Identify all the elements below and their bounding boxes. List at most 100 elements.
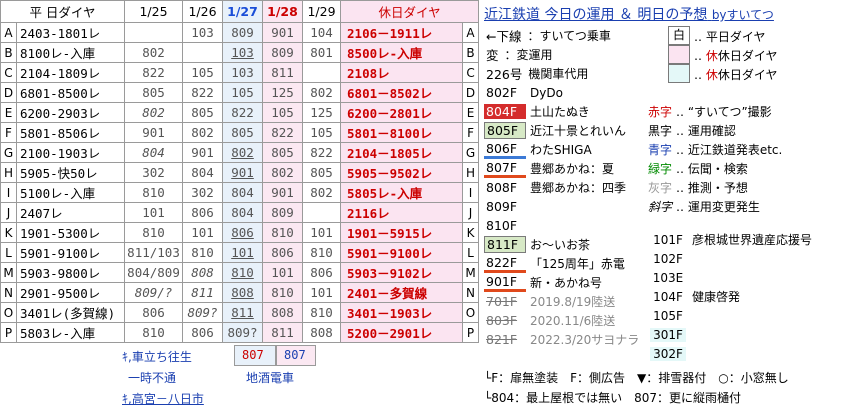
small-car-number: 102F <box>650 251 686 266</box>
car-row: 804F 土山たぬき <box>484 102 590 121</box>
note-stranded: ｷ,車立ち往生 <box>122 350 192 364</box>
small-car-row: 105F <box>650 306 692 325</box>
day-cell: 103 <box>222 62 264 83</box>
table-row: J 2407レ 101 806 804 809 2116レ J <box>0 202 480 223</box>
day-cell: 804 <box>182 162 224 183</box>
day-cell: 804 <box>222 202 264 223</box>
day-cell: 901 <box>262 22 304 43</box>
day-cell: 811 <box>222 302 264 323</box>
holiday-run: 2104－1805レ <box>340 142 464 163</box>
note-takamiya: ｷ,高宮－八日市 <box>122 392 204 406</box>
holiday-run: 5801－8100レ <box>340 122 464 143</box>
row-letter-right: A <box>462 22 480 43</box>
holiday-run: 5805レ-入庫 <box>340 182 464 203</box>
day-cell: 105 <box>182 62 224 83</box>
row-letter-right: F <box>462 122 480 143</box>
color-key-meaning: ‥ 運用確認 <box>676 124 736 138</box>
row-letter-right: L <box>462 242 480 263</box>
row-letter-right: B <box>462 42 480 63</box>
color-key-name: 黒字 <box>648 124 673 138</box>
car-label: 豊郷あかね：四季 <box>530 181 627 195</box>
color-key-row: 斜字 ‥ 運用変更発生 <box>648 197 760 216</box>
day-cell: 901 <box>262 182 304 203</box>
car-label: 近江十景とれいん <box>530 124 627 138</box>
car-number: 変 <box>486 48 499 63</box>
car-number: 811F <box>484 236 526 253</box>
color-key-name: 赤字 <box>648 105 673 119</box>
row-letter-right: C <box>462 62 480 83</box>
table-row: G 2100-1903レ 804 901 802 805 822 2104－1805レ G <box>0 142 480 163</box>
day-cell: 802 <box>182 122 224 143</box>
row-letter: B <box>0 42 17 63</box>
row-letter: H <box>0 162 17 183</box>
date-col-today: 1/27 <box>222 0 264 23</box>
car-row: 807F 豊郷あかね：夏 <box>484 159 614 178</box>
day-cell: 101 <box>182 222 224 243</box>
day-cell: 805 <box>182 102 224 123</box>
car-row: 810F <box>484 216 530 235</box>
page-title: 近江鉄道 今日の運用 ＆ 明日の予想 byすいてつ <box>484 7 774 23</box>
table-row: I 5100レ-入庫 810 302 804 901 802 5805レ-入庫 I <box>0 182 480 203</box>
row-letter: J <box>0 202 17 223</box>
row-letter: C <box>0 62 17 83</box>
row-letter: A <box>0 22 17 43</box>
day-cell: 804 <box>124 142 184 163</box>
car-number: 821F <box>486 332 518 347</box>
day-cell: 810 <box>262 282 304 303</box>
small-car-number: 105F <box>650 308 686 323</box>
day-cell: 810 <box>222 262 264 283</box>
legend-pink-box <box>668 45 690 64</box>
car-label: 2019.8/19陸送 <box>530 295 616 309</box>
row-letter-right: J <box>462 202 480 223</box>
day-cell <box>302 62 342 83</box>
car-row: 821F 2022.3/20サヨナラ <box>484 330 639 349</box>
holiday-run: 2108レ <box>340 62 464 83</box>
day-cell: 805 <box>124 82 184 103</box>
day-cell: 810 <box>302 242 342 263</box>
weekday-run: 2901-9500レ <box>15 282 126 303</box>
car-label: 2020.11/6陸送 <box>530 314 616 328</box>
weekday-header: 平 日ダイヤ <box>0 0 126 23</box>
footer-note-1: └F：扉無塗装 F：側広告 ▼：排雪器付 ○：小窓無し <box>484 371 789 385</box>
day-cell: 808 <box>182 262 224 283</box>
car-label: わたSHIGA <box>530 143 592 157</box>
row-letter: N <box>0 282 17 303</box>
car-row: 822F 「125周年」赤電 <box>484 254 625 273</box>
day-cell: 804 <box>222 182 264 203</box>
legend-white-box: 白 <box>668 26 690 45</box>
note-ichiji: 一時不通 <box>128 371 177 385</box>
row-letter-right: P <box>462 322 480 343</box>
car-number: 806F <box>484 141 526 159</box>
day-cell: 104 <box>302 22 342 43</box>
weekday-run: 6801-8500レ <box>15 82 126 103</box>
car-label: 土山たぬき <box>530 105 590 119</box>
car-number: 808F <box>486 180 518 195</box>
row-letter: F <box>0 122 17 143</box>
row-letter: E <box>0 102 17 123</box>
legend-holiday-2: ‥ 休休日ダイヤ <box>694 68 778 82</box>
color-key-meaning: ‥ 近江鉄道発表etc. <box>676 143 783 157</box>
car-number: 802F <box>486 85 518 100</box>
small-car-number: 101F <box>650 232 686 247</box>
color-key-row: 灰字 ‥ 推測・予想 <box>648 178 748 197</box>
row-letter-right: N <box>462 282 480 303</box>
holiday-run: 8500レ-入庫 <box>340 42 464 63</box>
day-cell: 809 <box>222 22 264 43</box>
table-header: 平 日ダイヤ 1/25 1/26 1/27 1/28 1/29 休日ダイヤ <box>0 0 480 23</box>
day-cell: 805 <box>302 162 342 183</box>
color-key-name: 斜字 <box>648 200 673 214</box>
day-cell: 806 <box>182 322 224 343</box>
day-cell <box>182 42 224 63</box>
car-row: 806F わたSHIGA <box>484 140 592 159</box>
row-letter-right: O <box>462 302 480 323</box>
day-cell: 804/809 <box>124 262 184 283</box>
row-letter-right: M <box>462 262 480 283</box>
day-cell: 302 <box>182 182 224 203</box>
small-car-number: 301F <box>650 327 686 342</box>
color-key-meaning: ‥ “すいてつ”撮影 <box>676 105 772 119</box>
day-cell: 808 <box>262 302 304 323</box>
row-letter-right: D <box>462 82 480 103</box>
color-key-row: 青字 ‥ 近江鉄道発表etc. <box>648 140 782 159</box>
car-row: 803F 2020.11/6陸送 <box>484 311 615 330</box>
day-cell: 101 <box>302 222 342 243</box>
